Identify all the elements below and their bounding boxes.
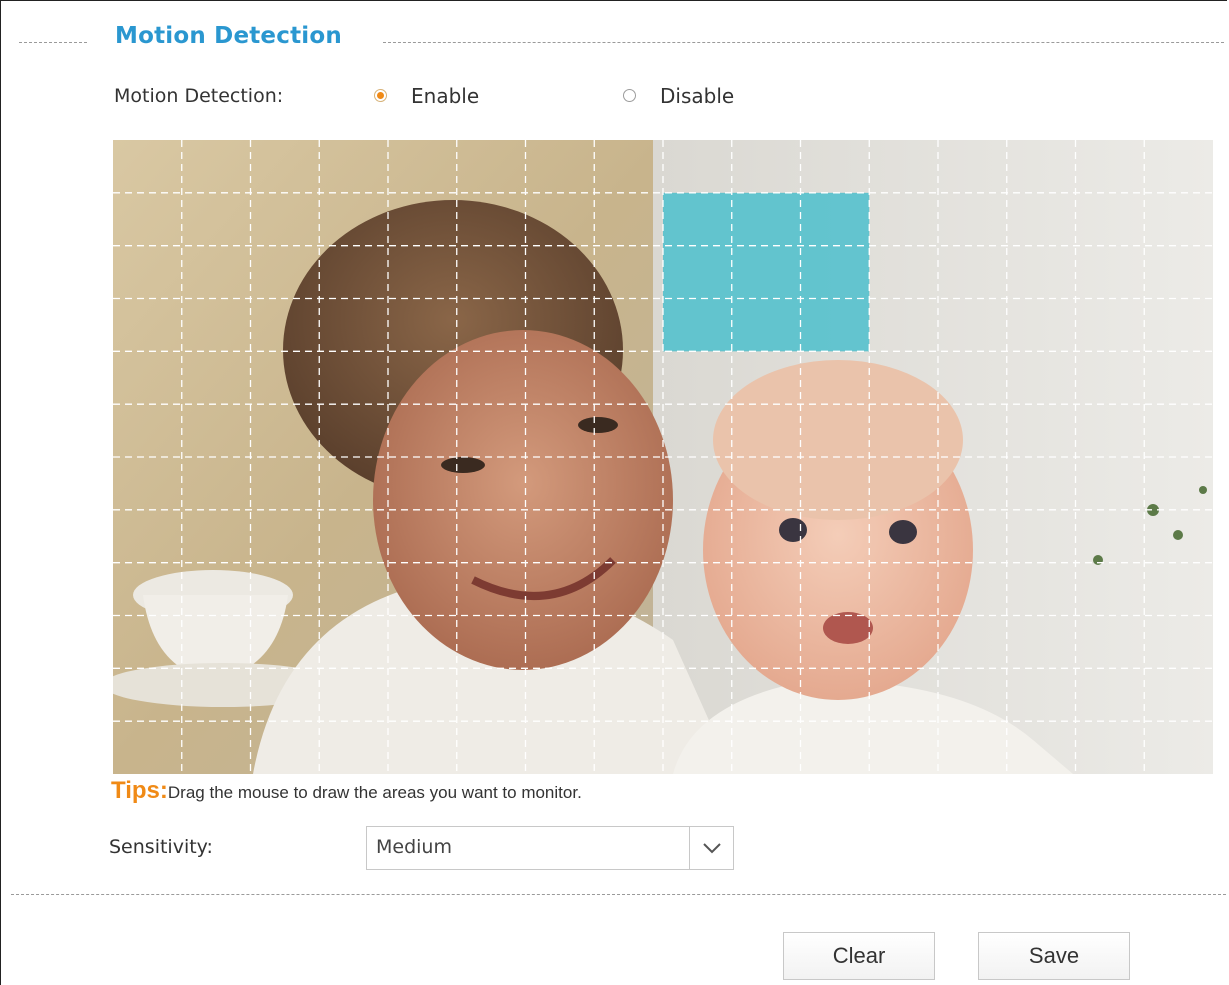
bottom-divider bbox=[11, 894, 1226, 895]
selected-detection-area[interactable] bbox=[663, 192, 870, 352]
select-arrow-button[interactable] bbox=[689, 827, 733, 869]
sensitivity-select[interactable]: Medium bbox=[366, 826, 734, 870]
motion-detection-panel: Motion Detection Motion Detection: Enabl… bbox=[0, 0, 1227, 985]
header-divider-right bbox=[383, 42, 1224, 43]
detection-area-layer bbox=[663, 192, 870, 352]
clear-button[interactable]: Clear bbox=[783, 932, 935, 980]
enable-label[interactable]: Enable bbox=[411, 84, 479, 108]
enable-radio[interactable] bbox=[374, 89, 387, 102]
camera-preview[interactable] bbox=[113, 140, 1213, 774]
tips-label: Tips: bbox=[111, 777, 168, 804]
tips-text: Drag the mouse to draw the areas you wan… bbox=[167, 783, 582, 802]
section-header: Motion Detection bbox=[19, 23, 1224, 59]
section-title: Motion Detection bbox=[115, 23, 342, 49]
sensitivity-value: Medium bbox=[376, 836, 452, 858]
disable-label[interactable]: Disable bbox=[660, 84, 734, 108]
sensitivity-label: Sensitivity: bbox=[109, 836, 213, 858]
tips: Tips:Drag the mouse to draw the areas yo… bbox=[111, 777, 582, 805]
header-divider-left bbox=[19, 42, 87, 43]
motion-detection-label: Motion Detection: bbox=[114, 85, 284, 107]
chevron-down-icon bbox=[703, 843, 721, 854]
camera-image bbox=[113, 140, 1213, 774]
save-button[interactable]: Save bbox=[978, 932, 1130, 980]
disable-radio[interactable] bbox=[623, 89, 636, 102]
